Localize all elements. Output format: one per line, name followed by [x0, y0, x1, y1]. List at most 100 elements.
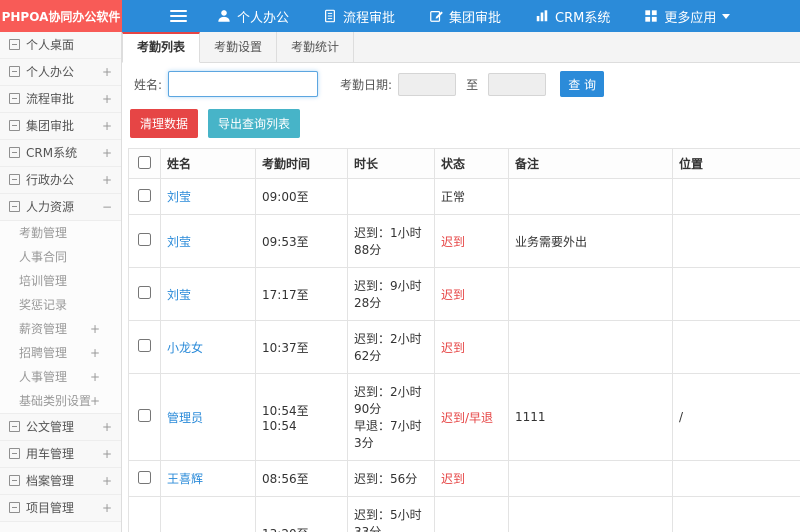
row-checkbox[interactable]	[138, 470, 151, 484]
duration-cell: 迟到：2小时62分	[347, 320, 435, 374]
attendance-time-cell: 09:53至	[255, 214, 348, 268]
duration-cell: 迟到：2小时90分 早退：7小时3分	[347, 373, 435, 461]
sidebar-subitem[interactable]: 招聘管理 +	[0, 341, 121, 365]
select-all-checkbox[interactable]	[138, 155, 151, 169]
location-cell: /	[672, 373, 800, 461]
employee-name-link[interactable]: 刘莹	[167, 288, 191, 302]
sidebar-subitem-label: 薪资管理	[19, 322, 68, 336]
nav-item-label: 流程审批	[343, 10, 396, 26]
nav-item-label: 集团审批	[449, 10, 502, 26]
expand-toggle[interactable]: +	[102, 113, 112, 139]
expand-toggle[interactable]: +	[90, 389, 100, 413]
expand-toggle[interactable]: +	[102, 86, 112, 112]
sidebar-submenu: 考勤管理 人事合同 培训管理 奖惩记录 薪资管理 + 招聘管理 + 人事管理 +…	[0, 221, 121, 414]
menu-toggle-icon[interactable]	[170, 7, 187, 25]
duration-cell: 迟到：56分	[347, 460, 435, 497]
expand-toggle[interactable]: +	[102, 140, 112, 166]
employee-name-link[interactable]: 管理员	[167, 411, 203, 425]
expand-toggle[interactable]: +	[90, 341, 100, 365]
nav-item-group-approval[interactable]: 集团审批	[429, 7, 501, 26]
date-to-input[interactable]	[488, 72, 547, 96]
row-checkbox[interactable]	[138, 233, 151, 246]
row-checkbox[interactable]	[138, 409, 151, 422]
tab-attendance-list[interactable]: 考勤列表	[122, 32, 201, 63]
sidebar-item[interactable]: 个人办公 +	[0, 59, 121, 86]
sidebar-subitem[interactable]: 薪资管理 +	[0, 317, 121, 341]
expand-toggle[interactable]: +	[102, 167, 112, 193]
clean-data-button[interactable]: 清理数据	[130, 109, 199, 138]
sidebar-subitem[interactable]: 奖惩记录	[0, 293, 121, 317]
attendance-time-cell: 10:54至10:54	[255, 373, 348, 461]
sidebar-subitem[interactable]: 基础类别设置 +	[0, 389, 121, 413]
sidebar-item-label: 行政办公	[26, 173, 75, 187]
employee-name-link[interactable]: 小龙女	[167, 341, 203, 355]
sidebar-item[interactable]: 档案管理 +	[0, 468, 121, 495]
sidebar-item-label: 人力资源	[26, 200, 75, 214]
sidebar-item[interactable]: 行政办公 +	[0, 167, 121, 194]
chevron-down-icon	[722, 13, 731, 19]
table-row: 管理员 10:54至10:54 迟到：2小时90分 早退：7小时3分 迟到/早退 …	[128, 373, 800, 461]
nav-item-process-approval[interactable]: 流程审批	[323, 7, 395, 26]
employee-name-link[interactable]: 刘莹	[167, 235, 191, 249]
row-checkbox[interactable]	[138, 286, 151, 299]
employee-name-link[interactable]: 刘莹	[167, 190, 191, 204]
col-header-status: 状态	[434, 148, 509, 179]
table-row: 小龙女 10:37至 迟到：2小时62分 迟到	[128, 320, 800, 374]
sidebar-item-label: 公文管理	[26, 420, 75, 434]
remark-cell	[508, 496, 673, 532]
expand-toggle[interactable]: +	[90, 317, 100, 341]
expand-toggle[interactable]: +	[102, 414, 112, 440]
expand-toggle[interactable]: +	[102, 59, 112, 85]
sidebar-subitem[interactable]: 考勤管理	[0, 221, 121, 245]
sidebar-item[interactable]: 项目管理 +	[0, 495, 121, 522]
nav-item-crm[interactable]: CRM系统	[535, 7, 610, 26]
sidebar-subitem-label: 培训管理	[19, 274, 68, 288]
attendance-table-wrap: 姓名 考勤时间 时长 状态 备注 位置 刘莹 09:00至 正常 刘莹 09:5…	[122, 148, 800, 532]
sidebar-item[interactable]: 人力资源 −	[0, 194, 121, 221]
duration-cell: 迟到：1小时88分	[347, 214, 435, 268]
expand-toggle[interactable]: −	[102, 194, 112, 220]
nav-item-label: CRM系统	[555, 10, 611, 26]
expand-toggle[interactable]: +	[102, 468, 112, 494]
sidebar-item-label: 流程审批	[26, 92, 75, 106]
attendance-time-cell: 17:17至	[255, 267, 348, 321]
employee-name-link[interactable]: 王喜辉	[167, 472, 203, 486]
name-filter-input[interactable]	[168, 71, 319, 97]
tab-bar: 考勤列表 考勤设置 考勤统计	[122, 32, 800, 63]
duration-cell	[347, 178, 435, 215]
attendance-time-cell: 08:56至	[255, 460, 348, 497]
menu-icon	[9, 201, 20, 212]
menu-icon	[9, 448, 20, 459]
sidebar-item[interactable]: 个人桌面	[0, 32, 121, 59]
row-checkbox[interactable]	[138, 339, 151, 352]
menu-icon	[9, 502, 20, 513]
duration-cell: 迟到：5小时33分早退：4小时67分	[347, 496, 435, 532]
expand-toggle[interactable]: +	[102, 495, 112, 521]
table-row: 王喜辉 08:56至 迟到：56分 迟到	[128, 460, 800, 497]
sidebar-item[interactable]: 集团审批 +	[0, 113, 121, 140]
expand-toggle[interactable]: +	[90, 365, 100, 389]
remark-cell	[508, 460, 673, 497]
app-logo[interactable]: PHPOA协同办公软件	[0, 0, 122, 32]
sidebar-subitem[interactable]: 人事合同	[0, 245, 121, 269]
nav-item-personal-office[interactable]: 个人办公	[217, 7, 289, 26]
sidebar-item[interactable]: 公文管理 +	[0, 414, 121, 441]
export-list-button[interactable]: 导出查询列表	[208, 109, 301, 138]
status-cell: 迟到/早退	[434, 373, 509, 461]
sidebar-item[interactable]: 用车管理 +	[0, 441, 121, 468]
sidebar-subitem[interactable]: 人事管理 +	[0, 365, 121, 389]
tab-attendance-settings[interactable]: 考勤设置	[200, 32, 278, 62]
row-checkbox[interactable]	[138, 188, 151, 202]
expand-toggle[interactable]: +	[102, 441, 112, 467]
nav-item-more-apps[interactable]: 更多应用	[644, 7, 731, 26]
nav-item-label: 个人办公	[237, 10, 290, 26]
sidebar-subitem-label: 奖惩记录	[19, 298, 68, 312]
date-from-input[interactable]	[398, 72, 457, 96]
search-button[interactable]: 查 询	[560, 71, 605, 97]
tab-attendance-statistics[interactable]: 考勤统计	[277, 32, 355, 62]
sidebar-item[interactable]: CRM系统 +	[0, 140, 121, 167]
menu-icon	[9, 475, 20, 486]
sidebar-item[interactable]: 流程审批 +	[0, 86, 121, 113]
duration-cell: 迟到：9小时28分	[347, 267, 435, 321]
sidebar-subitem[interactable]: 培训管理	[0, 269, 121, 293]
